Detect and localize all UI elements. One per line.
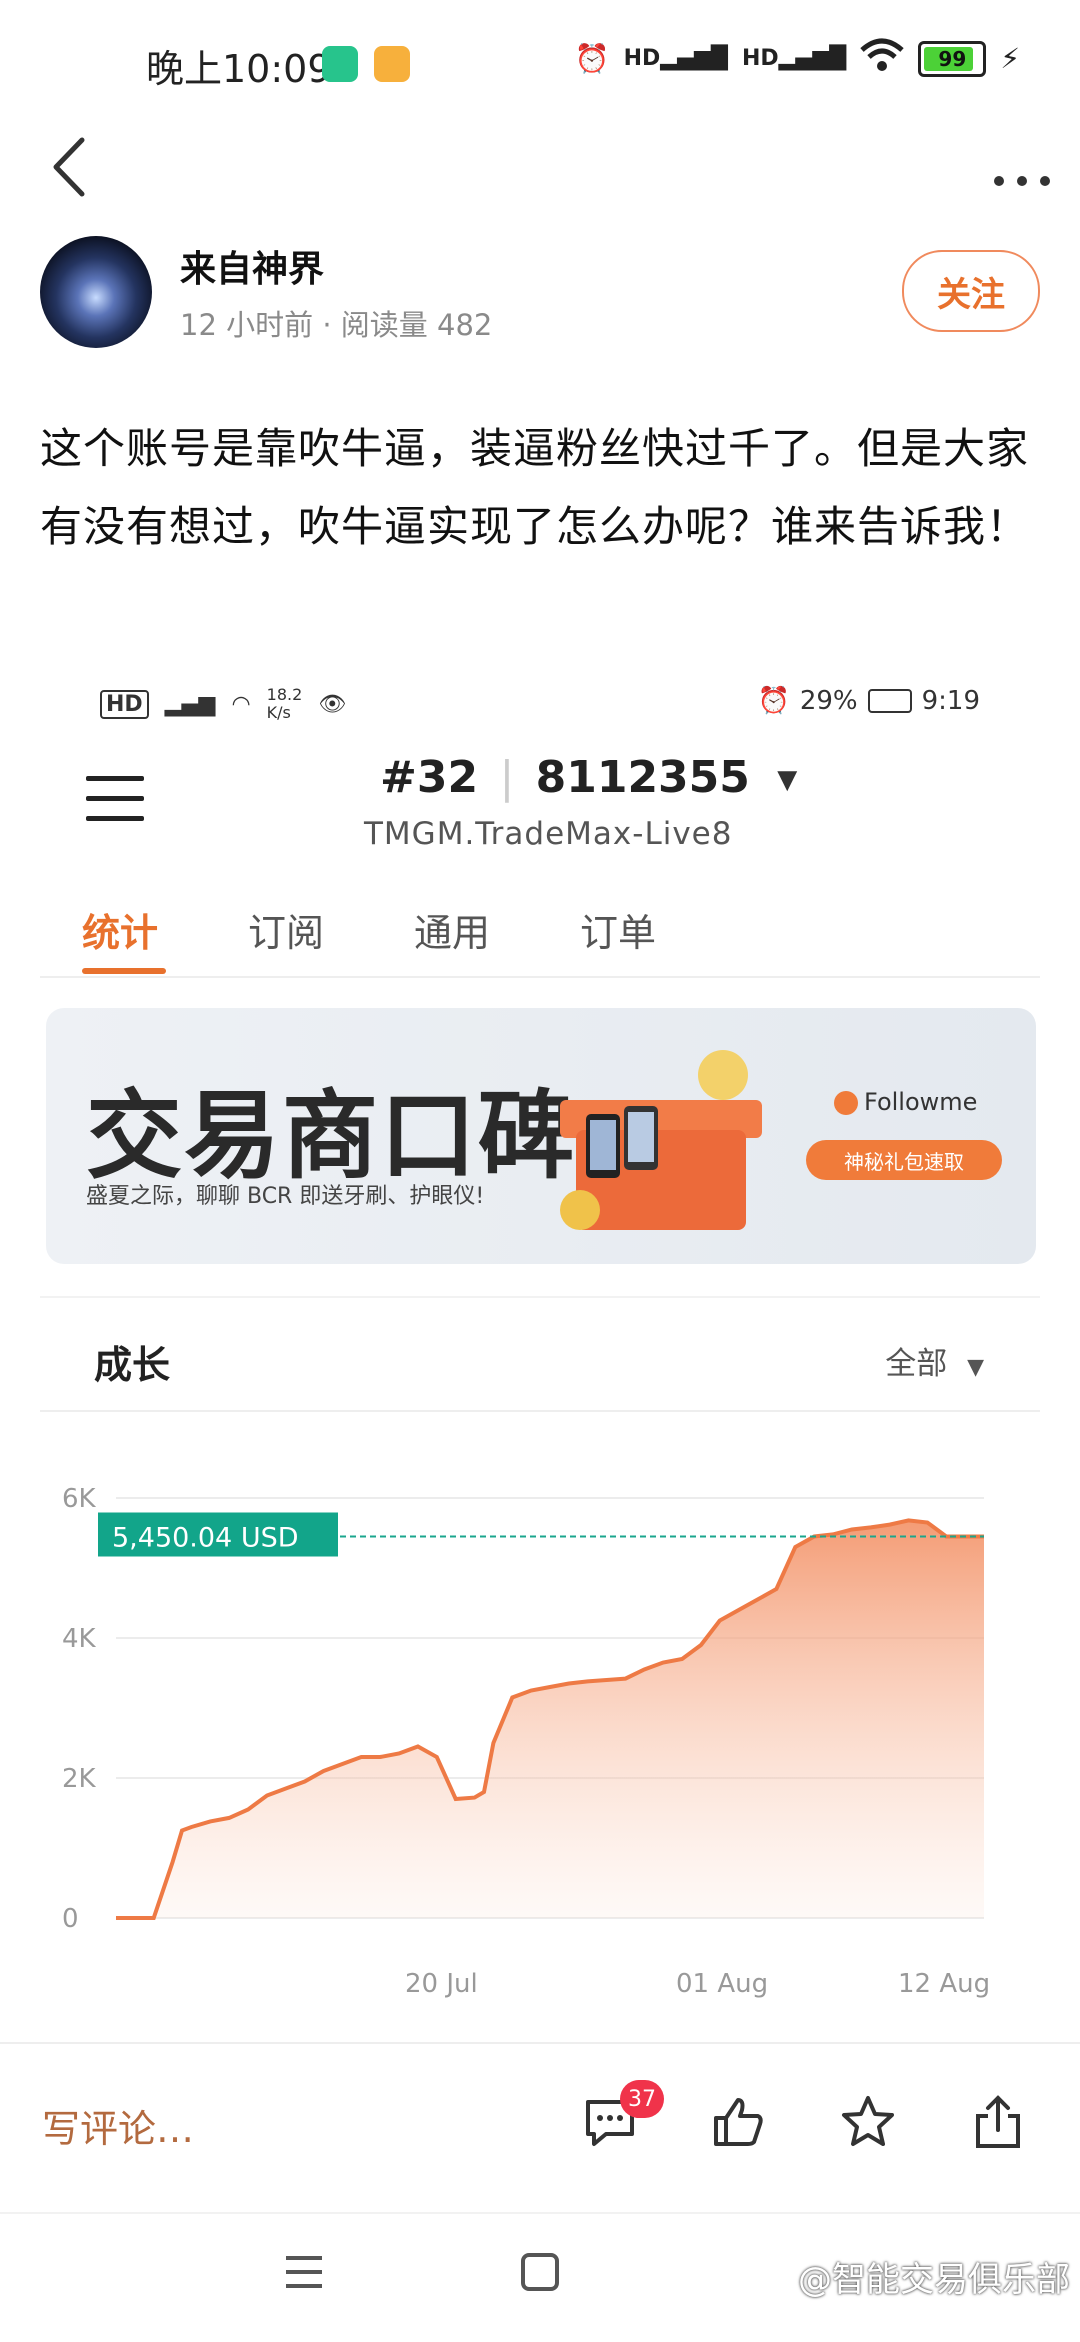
author-name[interactable]: 来自神界: [180, 240, 324, 292]
x-tick-label: 20 Jul: [405, 1969, 478, 1999]
more-options-icon[interactable]: [992, 148, 1052, 199]
signal-icon-2: HD▂▄▆█: [741, 46, 847, 71]
status-time: 晚上10:09: [146, 47, 332, 91]
range-selector[interactable]: 全部 ▼: [885, 1338, 984, 1383]
growth-title: 成长: [94, 1343, 171, 1387]
account-selector[interactable]: #32 | 8112355 ▼: [380, 752, 797, 803]
tab-subscribe[interactable]: 订阅: [248, 902, 324, 957]
tab-stats[interactable]: 统计: [82, 902, 158, 957]
tab-bar: 统计 订阅 通用 订单: [40, 896, 1040, 978]
network-speed: 18.2 K/s: [266, 685, 303, 722]
status-icons: ⏰ HD▂▄▆█ HD▂▄▆█ 99 ⚡: [575, 38, 1020, 79]
phone-image: [584, 1104, 664, 1194]
chart-area: [116, 1520, 984, 1918]
coin-icon-2: [560, 1190, 600, 1230]
status-bar: 晚上10:09 ⏰ HD▂▄▆█ HD▂▄▆█ 99 ⚡: [0, 0, 1080, 120]
y-tick-label: 4K: [62, 1624, 97, 1654]
chevron-down-icon: ▼: [777, 765, 798, 795]
back-button[interactable]: [44, 132, 94, 202]
x-tick-label: 01 Aug: [676, 1969, 768, 1999]
followme-logo-icon: [834, 1091, 858, 1115]
author-avatar[interactable]: [40, 236, 152, 348]
signal-icon: ▂▄▆: [164, 691, 216, 717]
home-nav-icon[interactable]: [520, 2252, 560, 2296]
charging-icon: ⚡: [1000, 42, 1020, 75]
embedded-status-left: HD ▂▄▆ ◠ 18.2 K/s 👁: [100, 686, 346, 722]
y-tick-label: 2K: [62, 1764, 97, 1794]
current-value-label: 5,450.04 USD: [112, 1522, 299, 1553]
share-icon[interactable]: [968, 2092, 1028, 2152]
menu-nav-icon[interactable]: [284, 2254, 324, 2294]
banner-cta-button[interactable]: 神秘礼包速取: [806, 1140, 1002, 1180]
battery-icon: 99: [918, 40, 987, 77]
post-meta: 12 小时前 · 阅读量 482: [180, 308, 493, 342]
dropdown-arrow-icon: ▼: [967, 1355, 984, 1380]
comment-count-badge: 37: [620, 2080, 664, 2118]
signal-icon: HD▂▄▆█: [623, 46, 728, 71]
menu-icon[interactable]: [86, 776, 144, 824]
tab-indicator: [82, 968, 166, 974]
account-number: 8112355: [535, 752, 750, 803]
banner-title: 交易商口碑: [86, 1080, 576, 1192]
wifi-icon: ◠: [231, 691, 251, 717]
battery-icon: [867, 689, 912, 713]
wifi-icon: [860, 38, 904, 79]
watermark: @智能交易俱乐部: [798, 2260, 1070, 2300]
tab-orders[interactable]: 订单: [580, 902, 656, 957]
shield-app-icon: [322, 46, 358, 82]
account-server: TMGM.TradeMax-Live8: [364, 816, 733, 852]
embedded-battery: 29%: [799, 686, 858, 716]
y-tick-label: 6K: [62, 1484, 97, 1514]
banner-subtitle: 盛夏之际，聊聊 BCR 即送牙刷、护眼仪!: [86, 1184, 485, 1209]
hd-icon: HD: [100, 689, 149, 719]
tab-general[interactable]: 通用: [414, 902, 490, 957]
coin-icon: [698, 1050, 748, 1100]
account-rank: #32: [380, 752, 479, 803]
growth-chart[interactable]: 5,450.04 USD 0 2K 4K 6K 20 Jul 01 Aug 12 Aug: [40, 1420, 1040, 2040]
star-icon[interactable]: [838, 2092, 898, 2152]
x-tick-label: 12 Aug: [898, 1969, 990, 1999]
embedded-status-right: ⏰ 29% 9:19: [757, 686, 980, 716]
like-icon[interactable]: [708, 2092, 768, 2152]
y-tick-label: 0: [62, 1904, 79, 1934]
note-app-icon: [374, 46, 410, 82]
followme-brand: Followme: [834, 1088, 977, 1116]
embedded-time: 9:19: [921, 686, 980, 716]
comment-input[interactable]: 写评论…: [42, 2098, 194, 2153]
alarm-icon: ⏰: [757, 686, 790, 716]
post-text: 这个账号是靠吹牛逼，装逼粉丝快过千了。但是大家有没有想过，吹牛逼实现了怎么办呢？…: [40, 424, 1030, 551]
follow-button[interactable]: 关注: [902, 250, 1040, 332]
eye-icon: 👁: [318, 691, 347, 717]
alarm-icon: ⏰: [574, 42, 610, 75]
